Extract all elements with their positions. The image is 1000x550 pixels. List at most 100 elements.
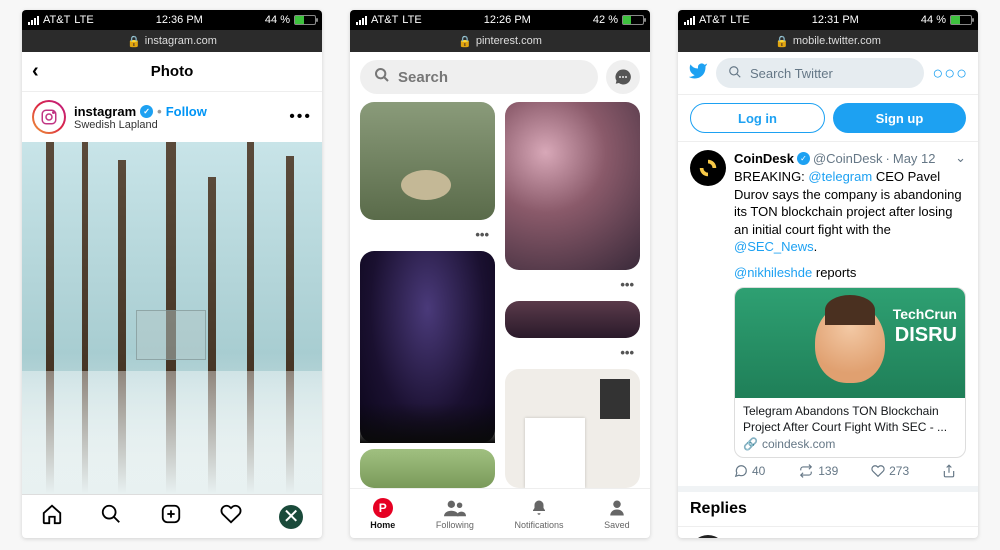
tweet-actions: 40 139 273 (734, 464, 966, 478)
pin-image[interactable] (505, 102, 640, 270)
author-handle[interactable]: @CoinDesk (813, 151, 883, 166)
mention-link[interactable]: @SEC_News (734, 239, 814, 254)
tweet[interactable]: CoinDesk ✓ @CoinDesk · May 12 ⌄ BREAKING… (678, 142, 978, 486)
avatar[interactable]: change NOW (690, 535, 726, 538)
url-label: instagram.com (145, 35, 217, 47)
lock-icon: 🔒 (775, 35, 789, 48)
tweet-date: May 12 (893, 151, 936, 166)
pin-more-button[interactable]: ••• (505, 344, 640, 363)
card-image: TechCrun DISRU (735, 288, 965, 398)
url-label: pinterest.com (476, 35, 542, 47)
battery-pct-label: 44 % (265, 14, 290, 26)
signal-icon (684, 16, 695, 25)
twitter-logo-icon[interactable] (688, 61, 708, 86)
replies-header: Replies (678, 486, 978, 527)
back-button[interactable]: ‹ (32, 60, 39, 83)
profile-icon[interactable]: ✕ (279, 505, 303, 529)
search-icon (374, 67, 390, 87)
pin-image[interactable] (505, 369, 640, 488)
location-label[interactable]: Swedish Lapland (74, 119, 207, 131)
pin-more-button[interactable]: ••• (505, 276, 640, 295)
url-label: mobile.twitter.com (793, 35, 881, 47)
link-card[interactable]: TechCrun DISRU Telegram Abandons TON Blo… (734, 287, 966, 458)
tweet-menu-button[interactable]: ⌄ (955, 150, 966, 166)
nav-saved[interactable]: Saved (604, 498, 630, 530)
reply-button[interactable]: 40 (734, 464, 765, 478)
bottom-nav: PHome Following Notifications Saved (350, 488, 650, 538)
browser-url-bar[interactable]: 🔒 mobile.twitter.com (678, 30, 978, 52)
carrier-label: AT&T (371, 14, 398, 26)
lock-icon: 🔒 (127, 35, 141, 48)
verified-badge-icon: ✓ (797, 152, 810, 165)
battery-pct-label: 44 % (921, 14, 946, 26)
tweet-text: BREAKING: @telegram CEO Pavel Durov says… (734, 168, 966, 256)
following-icon (444, 498, 466, 518)
battery-icon (950, 15, 972, 25)
follow-button[interactable]: Follow (166, 104, 207, 119)
status-bar: AT&T LTE 12:26 PM 42 % (350, 10, 650, 30)
carrier-label: AT&T (43, 14, 70, 26)
pin-image[interactable] (360, 449, 495, 488)
tweet-date: May 12 (916, 535, 952, 538)
pinterest-screen: AT&T LTE 12:26 PM 42 % 🔒 pinterest.com S… (350, 10, 650, 538)
mention-link[interactable]: @telegram (808, 169, 872, 184)
page-header: ‹ Photo (22, 52, 322, 92)
nav-following[interactable]: Following (436, 498, 474, 530)
card-title: Telegram Abandons TON Blockchain Project… (743, 404, 957, 435)
pinterest-logo-icon: P (373, 498, 393, 518)
like-button[interactable]: 273 (871, 464, 909, 478)
instagram-screen: AT&T LTE 12:36 PM 44 % 🔒 instagram.com ‹… (22, 10, 322, 538)
pin-more-button[interactable]: ••• (360, 226, 495, 245)
pin-grid[interactable]: ••• ••• ••• (350, 102, 650, 488)
tweet[interactable]: change NOW ChangeNOW @ChangeNO... · May … (678, 527, 978, 538)
carrier-label: AT&T (699, 14, 726, 26)
activity-icon[interactable] (220, 503, 242, 531)
pin-image[interactable] (360, 251, 495, 443)
battery-pct-label: 42 % (593, 14, 618, 26)
network-label: LTE (730, 14, 749, 26)
nav-home[interactable]: PHome (370, 498, 395, 530)
home-icon[interactable] (41, 503, 63, 531)
avatar[interactable] (690, 150, 726, 186)
messages-button[interactable] (606, 60, 640, 94)
browser-url-bar[interactable]: 🔒 pinterest.com (350, 30, 650, 52)
search-input[interactable]: Search (360, 60, 598, 94)
verified-badge-icon: ✓ (140, 105, 153, 118)
browser-url-bar[interactable]: 🔒 instagram.com (22, 30, 322, 52)
timeline[interactable]: CoinDesk ✓ @CoinDesk · May 12 ⌄ BREAKING… (678, 142, 978, 538)
overflow-menu-button[interactable]: ○○○ (932, 63, 968, 84)
status-bar: AT&T LTE 12:36 PM 44 % (22, 10, 322, 30)
login-button[interactable]: Log in (690, 103, 825, 133)
username[interactable]: instagram (74, 104, 136, 119)
post-image[interactable] (22, 142, 322, 494)
person-icon (608, 498, 626, 518)
time-label: 12:31 PM (812, 14, 859, 26)
avatar[interactable] (32, 100, 66, 134)
share-button[interactable] (942, 464, 956, 478)
lock-icon: 🔒 (458, 35, 472, 48)
card-domain: coindesk.com (762, 437, 835, 451)
network-label: LTE (74, 14, 93, 26)
search-icon (728, 65, 742, 82)
search-placeholder: Search (398, 69, 448, 86)
retweet-button[interactable]: 139 (798, 464, 838, 478)
author-name[interactable]: CoinDesk (734, 151, 794, 166)
post-header: instagram ✓ • Follow Swedish Lapland ••• (22, 92, 322, 142)
tweet-text-line2: @nikhileshde reports (734, 264, 966, 282)
more-options-button[interactable]: ••• (289, 108, 312, 126)
bell-icon (530, 498, 548, 518)
search-icon[interactable] (100, 503, 122, 531)
search-input[interactable]: Search Twitter (716, 58, 924, 88)
time-label: 12:26 PM (484, 14, 531, 26)
create-post-icon[interactable] (160, 503, 182, 531)
nav-notifications[interactable]: Notifications (515, 498, 564, 530)
signup-button[interactable]: Sign up (833, 103, 966, 133)
bottom-nav: ✕ (22, 494, 322, 538)
signal-icon (356, 16, 367, 25)
status-bar: AT&T LTE 12:31 PM 44 % (678, 10, 978, 30)
twitter-screen: AT&T LTE 12:31 PM 44 % 🔒 mobile.twitter.… (678, 10, 978, 538)
pin-image[interactable] (505, 301, 640, 339)
network-label: LTE (402, 14, 421, 26)
mention-link[interactable]: @nikhileshde (734, 265, 812, 280)
pin-image[interactable] (360, 102, 495, 220)
